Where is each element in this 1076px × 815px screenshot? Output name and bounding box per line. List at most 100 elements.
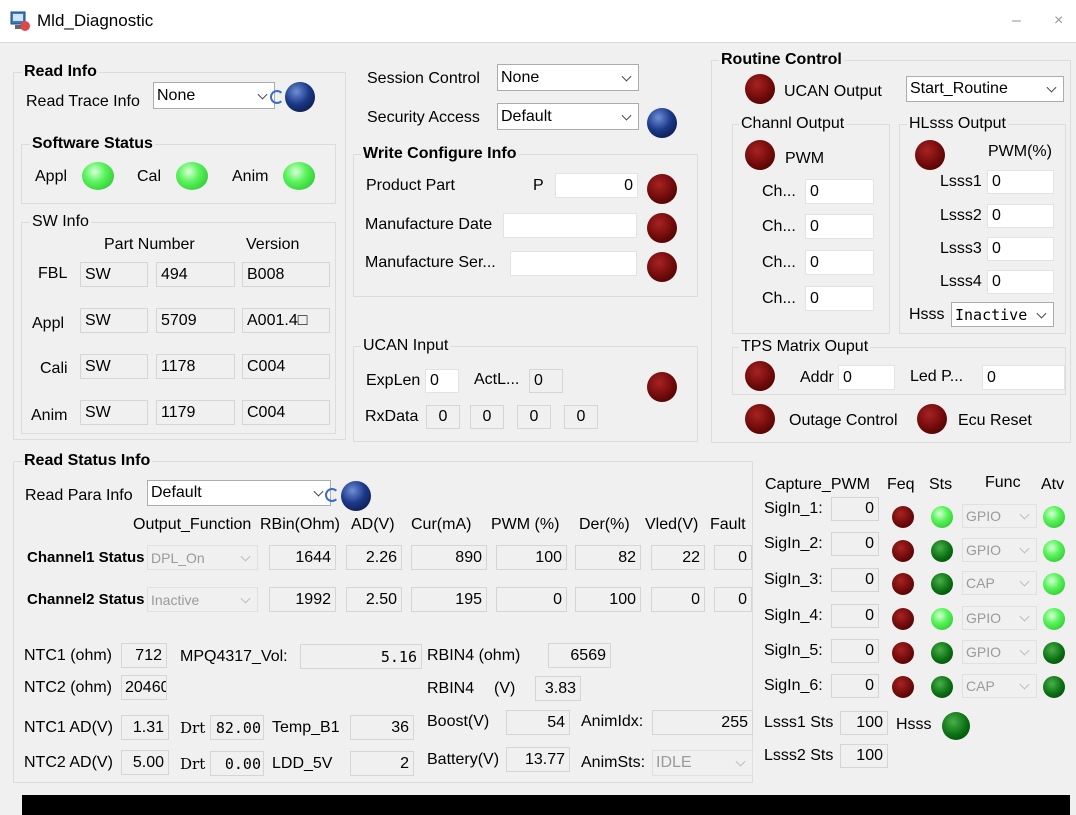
channel2-function-value: Inactive [151,591,200,608]
animsts-dropdown[interactable]: IDLE [652,750,753,776]
led-p-input[interactable]: 0 [982,365,1065,390]
outage-control-led[interactable] [745,404,775,434]
pwm-output-led[interactable] [745,140,775,170]
log-output-area[interactable] [22,795,1070,815]
session-control-dropdown[interactable]: None [497,64,639,91]
lsss2-input[interactable]: 0 [987,204,1054,228]
refresh-icon[interactable] [325,488,339,502]
routine-dropdown[interactable]: Start_Routine [906,76,1064,102]
ntc2-ohm-label: NTC2 (ohm) [24,679,113,696]
channel2-status-label: Channel2 Status [27,591,145,608]
ntc1-ad-label: NTC1 AD(V) [24,719,113,736]
animidx-label: AnimIdx: [581,713,644,730]
cali-prefix-field: SW [80,354,148,379]
sigin4-atv-led [1043,608,1065,630]
explen-label: ExpLen [366,372,421,389]
read-para-led[interactable] [341,481,371,511]
animsts-label: AnimSts: [581,754,646,771]
ch4-input[interactable]: 0 [805,286,874,311]
security-access-dropdown[interactable]: Default [497,103,639,130]
rbin4-ohm-field: 6569 [548,643,611,668]
manufacture-date-label: Manufacture Date [365,216,493,233]
minimize-button[interactable]: – [1012,12,1021,30]
read-para-info-dropdown[interactable]: Default [147,480,331,506]
boost-label: Boost(V) [427,713,490,730]
close-button[interactable]: × [1054,12,1063,30]
sigin3-func-dropdown[interactable]: CAP [962,571,1037,595]
addr-label: Addr [800,369,834,386]
sigin5-func-dropdown[interactable]: GPIO [962,640,1037,664]
header-fault: Fault [710,516,746,533]
sigin5-atv-led [1043,642,1065,664]
ldd-5v-label: LDD_5V [272,755,333,772]
product-part-input[interactable]: 0 [555,173,638,198]
channel1-function-dropdown[interactable]: DPL_On [147,545,258,570]
sigin4-func-dropdown[interactable]: GPIO [962,606,1037,630]
read-para-info-value: Default [151,484,202,501]
addr-input[interactable]: 0 [838,365,895,390]
channel1-rbin: 1644 [269,545,336,570]
manufacture-date-input[interactable] [503,213,637,238]
channel1-pwm: 100 [496,545,567,570]
ch4-label: Ch... [762,290,796,307]
refresh-icon[interactable] [270,90,284,104]
manufacture-serial-write-led[interactable] [647,252,677,282]
sigin3-atv-led [1043,573,1065,595]
header-ad: AD(V) [351,516,395,533]
explen-input[interactable]: 0 [425,369,459,393]
sigin3-sts-led [931,573,953,595]
led-p-label: Led P... [910,368,964,385]
temp-b1-label: Temp_B1 [272,719,340,736]
lsss1-input[interactable]: 0 [987,170,1054,194]
tps-matrix-led[interactable] [745,361,775,391]
manufacture-serial-input[interactable] [510,251,637,276]
ch1-input[interactable]: 0 [805,179,874,204]
sigin2-label: SigIn_2: [764,535,823,552]
lsss4-input[interactable]: 0 [987,270,1054,294]
lsss1-label: Lsss1 [940,173,982,190]
channel1-cur: 890 [411,545,487,570]
rxdata-byte-0: 0 [426,405,460,429]
fbl-part-field: 494 [156,262,235,287]
cal-status-led [176,162,208,190]
battery-label: Battery(V) [427,751,500,768]
security-access-led[interactable] [647,108,677,138]
sigin2-field: 0 [831,532,879,556]
fbl-label: FBL [38,265,68,282]
rbin4-v-unit: (V) [494,680,516,697]
manufacture-date-write-led[interactable] [647,213,677,243]
sigin1-label: SigIn_1: [764,500,823,517]
actlen-label: ActL... [474,371,520,388]
sigin2-sts-led [931,540,953,562]
sigin2-func-dropdown[interactable]: GPIO [962,538,1037,562]
read-para-info-label: Read Para Info [25,487,133,504]
sigin3-feq-led [892,573,914,595]
product-part-write-led[interactable] [647,174,677,204]
chevron-down-icon [240,551,251,562]
ch3-input[interactable]: 0 [805,250,874,275]
sigin1-func-dropdown[interactable]: GPIO [962,504,1037,528]
window-title: Mld_Diagnostic [37,11,154,30]
sigin6-func-dropdown[interactable]: CAP [962,674,1037,698]
ucan-input-led[interactable] [647,372,677,402]
lsss4-label: Lsss4 [940,273,982,290]
ecu-reset-label: Ecu Reset [958,412,1032,429]
lsss1-sts-label: Lsss1 Sts [764,714,834,731]
chevron-down-icon [1036,308,1047,319]
channel2-function-dropdown[interactable]: Inactive [147,587,258,612]
read-trace-led[interactable] [285,82,315,112]
rbin4-v-field: 3.83 [535,676,581,701]
ch2-input[interactable]: 0 [805,214,874,239]
sigin5-sts-led [931,642,953,664]
ucan-output-led[interactable] [745,74,775,104]
animsts-value: IDLE [656,754,692,771]
sigin4-label: SigIn_4: [764,607,823,624]
ucan-input-title: UCAN Input [361,337,451,354]
hlsss-output-led[interactable] [915,140,945,170]
lsss3-input[interactable]: 0 [987,237,1054,261]
hsss-output-dropdown[interactable]: Inactive [951,302,1054,327]
channel2-cur: 195 [411,587,487,612]
ecu-reset-led[interactable] [917,404,947,434]
read-trace-info-dropdown[interactable]: None [153,82,275,109]
appl-part-field: 5709 [156,308,235,333]
